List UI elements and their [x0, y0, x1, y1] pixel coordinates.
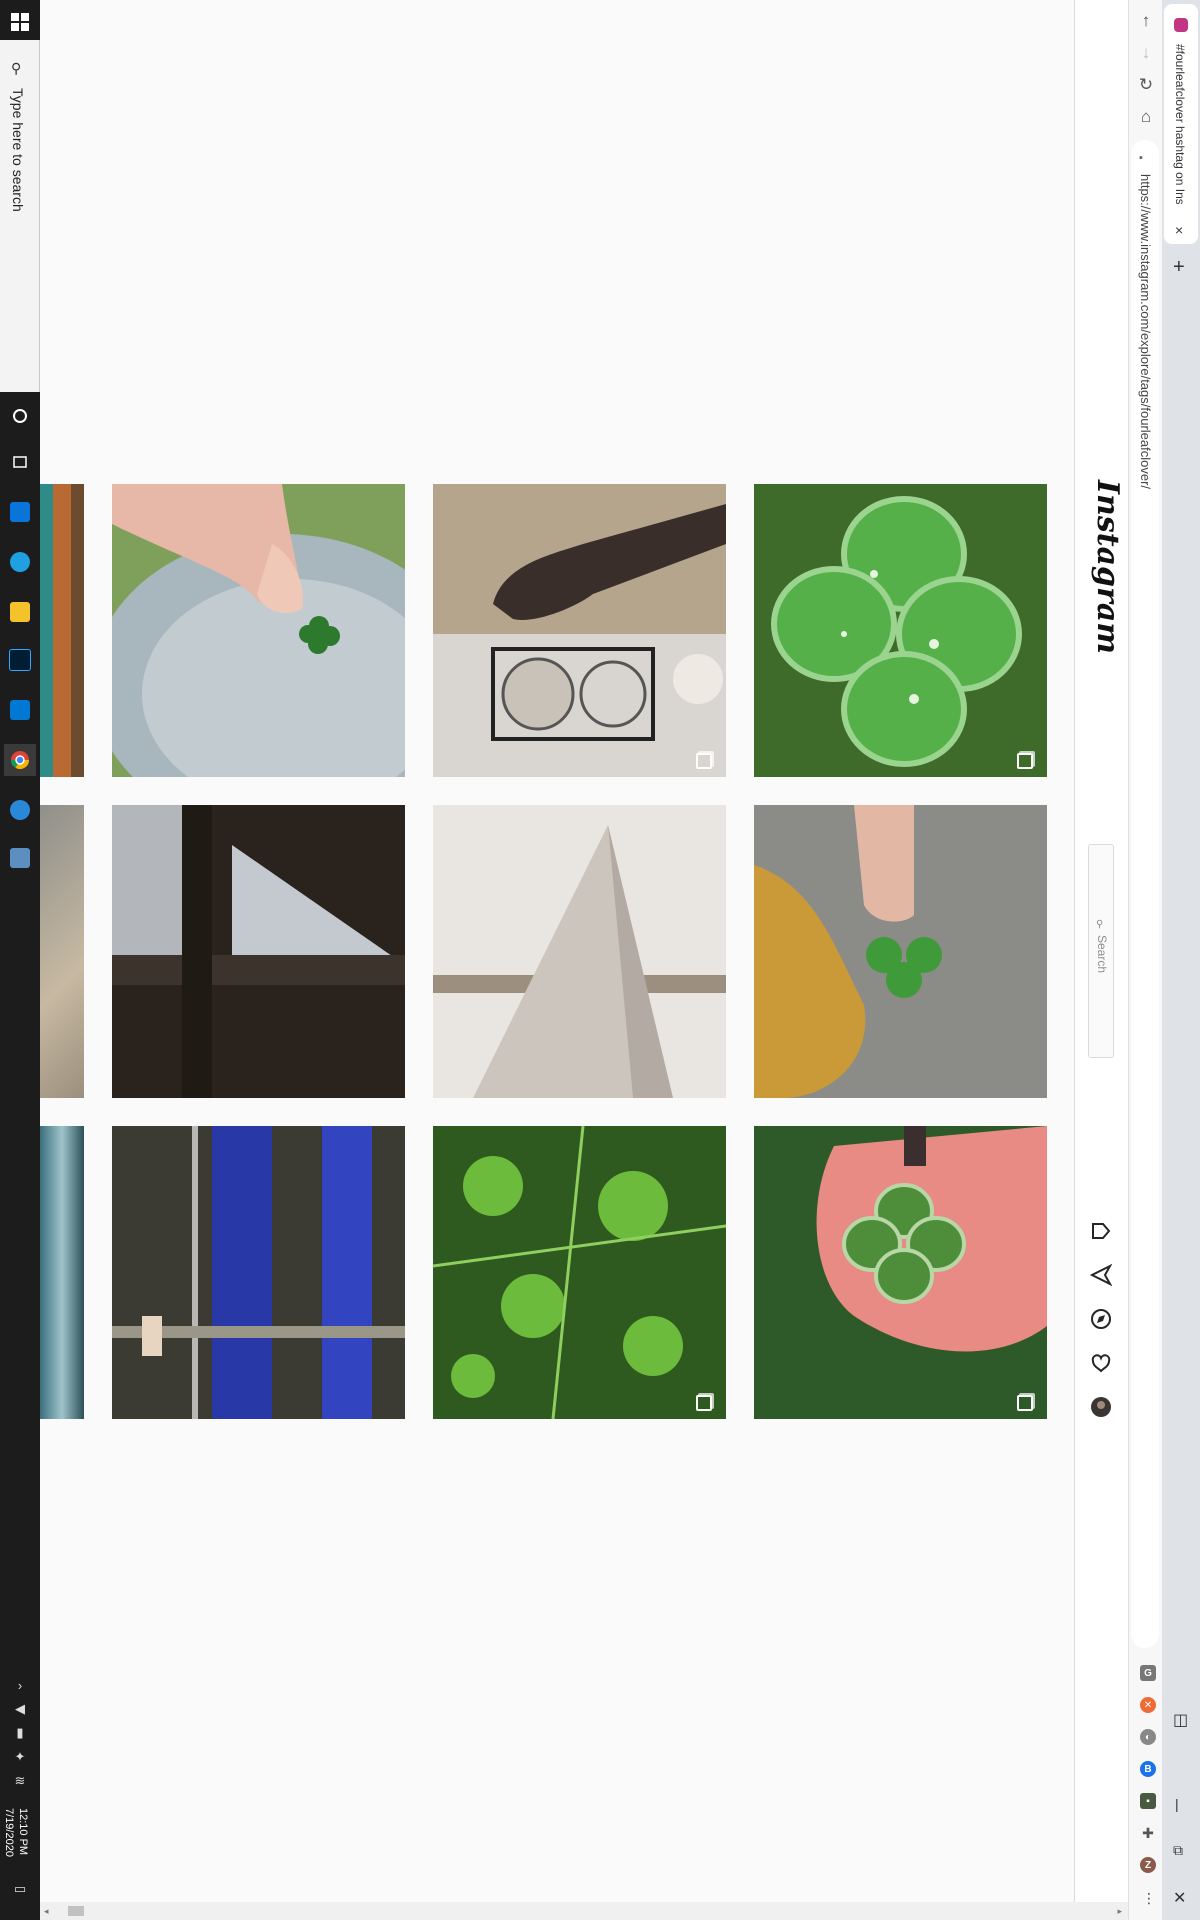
- direct-message-icon[interactable]: [1088, 1262, 1114, 1288]
- close-window-icon[interactable]: ✕: [1173, 1888, 1186, 1908]
- post-image: [112, 1126, 405, 1419]
- scrollbar-thumb[interactable]: [68, 1906, 84, 1916]
- restore-icon[interactable]: ⧉: [1173, 1842, 1183, 1859]
- post-tile[interactable]: [754, 1126, 1047, 1419]
- tab-strip: #fourleafclover hashtag on Insta × + ◫ |…: [1162, 0, 1200, 1920]
- minimize-icon[interactable]: |: [1175, 1796, 1179, 1812]
- outlook-app-icon[interactable]: [4, 694, 36, 726]
- instagram-search-placeholder: Search: [1095, 935, 1109, 974]
- new-tab-button[interactable]: +: [1173, 256, 1185, 279]
- close-tab-icon[interactable]: ×: [1175, 222, 1183, 238]
- search-icon: ⚲: [1096, 919, 1104, 930]
- extension-icon[interactable]: ◐: [1140, 1729, 1156, 1745]
- clock-date: 7/19/2020: [3, 1808, 15, 1857]
- back-icon[interactable]: ↑: [1133, 8, 1159, 34]
- home-icon[interactable]: [1088, 1218, 1114, 1244]
- profile-avatar[interactable]: [1088, 1394, 1114, 1420]
- partial-post-tile[interactable]: [40, 484, 84, 777]
- post-image: [754, 805, 1047, 1098]
- windows-start-icon[interactable]: [4, 6, 36, 38]
- horizontal-scrollbar[interactable]: ◂ ▸: [40, 1902, 1128, 1920]
- edge-app-icon[interactable]: [4, 546, 36, 578]
- url-text: https://www.instagram.com/explore/tags/f…: [1138, 174, 1153, 490]
- extension-icon[interactable]: ▪: [1140, 1793, 1156, 1809]
- post-image: [754, 1126, 1047, 1419]
- multiple-posts-icon: [696, 1395, 712, 1411]
- address-bar[interactable]: ▪ https://www.instagram.com/explore/tags…: [1131, 140, 1159, 1648]
- post-tile[interactable]: [754, 805, 1047, 1098]
- post-image: [433, 805, 726, 1098]
- store-app-icon[interactable]: [4, 496, 36, 528]
- profile-icon[interactable]: Z: [1140, 1857, 1156, 1873]
- post-tile[interactable]: [433, 805, 726, 1098]
- partial-post-tile[interactable]: [40, 805, 84, 1098]
- browser-toolbar: ↑ ↓ ↻ ⌂ ▪ https://www.instagram.com/expl…: [1128, 0, 1163, 1920]
- activity-heart-icon[interactable]: [1088, 1350, 1114, 1376]
- instagram-search-input[interactable]: ⚲ Search: [1088, 844, 1114, 1058]
- calculator-app-icon[interactable]: [4, 842, 36, 874]
- extension-icon[interactable]: G: [1140, 1665, 1156, 1681]
- multiple-posts-icon: [1017, 753, 1033, 769]
- home-icon[interactable]: ⌂: [1133, 104, 1159, 130]
- post-image: [754, 484, 1047, 777]
- chrome-app-icon[interactable]: [4, 744, 36, 776]
- menu-icon[interactable]: ⋮: [1142, 1890, 1156, 1907]
- taskbar-clock[interactable]: 12:10 PM 7/19/2020: [2, 1808, 30, 1857]
- battery-icon[interactable]: ▮: [10, 1724, 30, 1742]
- post-tile[interactable]: [433, 1126, 726, 1419]
- partial-post-tile[interactable]: [40, 1126, 84, 1419]
- tab-title: #fourleafclover hashtag on Insta: [1173, 44, 1187, 204]
- active-tab[interactable]: #fourleafclover hashtag on Insta ×: [1164, 4, 1198, 244]
- post-tile[interactable]: [112, 805, 405, 1098]
- photoshop-app-icon[interactable]: [4, 644, 36, 676]
- reload-icon[interactable]: ↻: [1133, 72, 1159, 98]
- instagram-favicon-icon: [1174, 18, 1188, 32]
- windows-taskbar: ⚲ Type here to search › ◀ ▮ ✦ ≋ 12:10 PM…: [0, 0, 40, 1920]
- extension-icon[interactable]: B: [1140, 1761, 1156, 1777]
- dropbox-icon[interactable]: ✦: [10, 1748, 30, 1766]
- post-tile[interactable]: [754, 484, 1047, 777]
- post-image: [433, 1126, 726, 1419]
- volume-icon[interactable]: ◀: [10, 1700, 30, 1718]
- instagram-logo[interactable]: Instagram: [1090, 480, 1125, 654]
- file-explorer-icon[interactable]: [4, 596, 36, 628]
- lock-icon: ▪: [1139, 152, 1143, 164]
- post-tile[interactable]: [112, 484, 405, 777]
- multiple-posts-icon: [696, 753, 712, 769]
- forward-icon[interactable]: ↓: [1133, 40, 1159, 66]
- chevron-up-icon[interactable]: ›: [10, 1676, 30, 1694]
- explore-icon[interactable]: [1088, 1306, 1114, 1332]
- scroll-left-icon[interactable]: ◂: [44, 1906, 49, 1917]
- extension-icon[interactable]: ✕: [1140, 1697, 1156, 1713]
- taskbar-search-placeholder: Type here to search: [10, 88, 26, 212]
- post-tile[interactable]: [112, 1126, 405, 1419]
- search-icon: ⚲: [11, 60, 22, 76]
- notification-icon[interactable]: ▭: [10, 1880, 30, 1898]
- post-image: [112, 805, 405, 1098]
- settings-app-icon[interactable]: [4, 794, 36, 826]
- cortana-icon[interactable]: [4, 400, 36, 432]
- puzzle-icon[interactable]: ✚: [1140, 1825, 1156, 1841]
- task-view-icon[interactable]: [4, 446, 36, 478]
- tab-search-icon[interactable]: ◫: [1173, 1710, 1188, 1730]
- post-image: [433, 484, 726, 777]
- scroll-right-icon[interactable]: ▸: [1117, 1906, 1122, 1917]
- clock-time: 12:10 PM: [17, 1808, 29, 1856]
- post-image: [112, 484, 405, 777]
- wifi-icon[interactable]: ≋: [10, 1772, 30, 1790]
- taskbar-search-box[interactable]: ⚲ Type here to search: [0, 40, 40, 392]
- multiple-posts-icon: [1017, 1395, 1033, 1411]
- post-tile[interactable]: [433, 484, 726, 777]
